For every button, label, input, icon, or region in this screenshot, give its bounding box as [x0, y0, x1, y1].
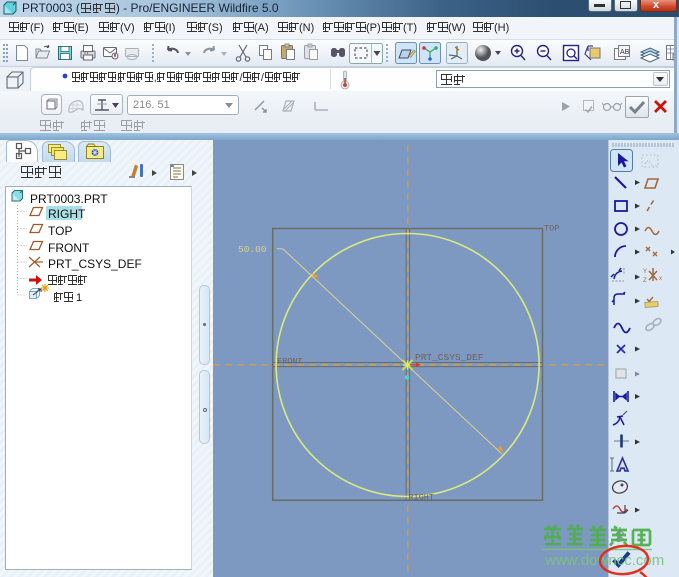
svg-text:AB: AB [620, 49, 630, 56]
svg-text:Z: Z [643, 278, 647, 284]
svg-text:x: x [659, 276, 662, 282]
svg-text:PRT_CSYS_DEF: PRT_CSYS_DEF [415, 352, 484, 363]
svg-text:RIGHT: RIGHT [409, 493, 435, 503]
svg-text:50.00: 50.00 [238, 244, 267, 255]
svg-text:TOP: TOP [544, 224, 559, 234]
svg-text:FRONT: FRONT [277, 357, 303, 367]
svg-text:Y: Y [643, 269, 647, 275]
